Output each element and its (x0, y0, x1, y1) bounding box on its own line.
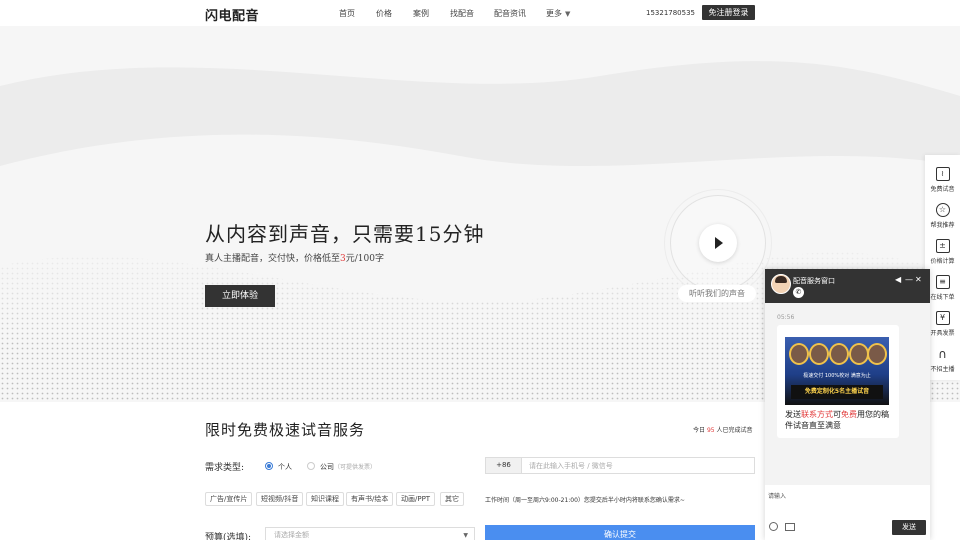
nav-cases[interactable]: 案例 (413, 8, 429, 19)
chat-messages: 05:56 极速交付 100%校对 满意为止 免费定制化5名主播试音 发送联系方… (765, 303, 930, 485)
msg-free: 免费 (841, 410, 857, 419)
voice-actor-avatar (829, 343, 849, 365)
tag-short-video[interactable]: 短视频/抖音 (256, 492, 304, 506)
headphones-icon: ∩ (938, 347, 947, 361)
sidebar-label: 开具发票 (930, 330, 955, 337)
user-star-icon: ☆ (935, 203, 950, 217)
promo-banner: 免费定制化5名主播试音 (791, 385, 883, 399)
hero-title: 从内容到声音，只需要15分钟 (205, 222, 485, 246)
chevron-down-icon: ▼ (565, 10, 571, 18)
budget-placeholder: 请选择金额 (274, 531, 309, 539)
count-prefix: 今日 (693, 427, 706, 434)
radio-company[interactable] (307, 462, 315, 470)
sidebar-item-invoice[interactable]: ¥ 开具发票 (925, 311, 960, 337)
right-sidebar: ≀ 免费试音 ☆ 帮我推荐 ± 价格计算 ≡ 在线下单 ¥ 开具发票 ∩ 不招主… (925, 155, 960, 380)
tag-audiobook[interactable]: 有声书/绘本 (346, 492, 394, 506)
chat-input[interactable]: 请输入 (768, 491, 786, 500)
msg-part: 发送 (785, 410, 801, 419)
invoice-icon: ¥ (935, 311, 950, 325)
listen-voice-button[interactable]: 听听我们的声音 (678, 285, 756, 302)
chevron-down-icon: ▼ (463, 532, 468, 539)
speaker-icon[interactable]: ◀ (895, 275, 901, 284)
voice-actor-avatar (809, 343, 829, 365)
radio-company-text: 公司 (320, 463, 334, 471)
message-bubble: 极速交付 100%校对 满意为止 免费定制化5名主播试音 发送联系方式可免费用您… (777, 325, 899, 438)
tag-animation[interactable]: 动画/PPT (396, 492, 436, 506)
work-hours-note: 工作时间（周一至周六9:00-21:00）您提交后半小时内将联系您确认需求~ (485, 497, 685, 504)
voice-actor-avatar (789, 343, 809, 365)
chat-window: ✆ 配音服务窗口 ◀ — ✕ 05:56 极速交付 100%校对 满意为止 免费… (765, 269, 930, 540)
voice-actor-avatar (867, 343, 887, 365)
logo[interactable]: 闪电配音 (205, 5, 259, 24)
top-nav: 闪电配音 首页 价格 案例 找配音 配音资讯 更多 ▼ 15321780535 免… (0, 0, 960, 26)
country-code[interactable]: +86 (486, 458, 522, 473)
avatar (771, 274, 791, 294)
sidebar-label: 在线下单 (930, 294, 955, 301)
hero-subtitle-before: 真人主播配音，交付快，价格低至 (205, 254, 341, 264)
calculator-icon: ± (935, 239, 950, 253)
send-button[interactable]: 发送 (892, 520, 926, 535)
phone-field: +86 (485, 457, 755, 474)
sidebar-label: 帮我推荐 (930, 222, 955, 229)
budget-select[interactable]: 请选择金额 ▼ (265, 527, 475, 540)
promo-features: 极速交付 100%校对 满意为止 (803, 373, 871, 379)
radio-company-label: 公司（可提供发票） (320, 462, 376, 472)
order-form-icon: ≡ (935, 275, 950, 289)
phone-input[interactable] (529, 458, 749, 473)
sidebar-item-free-trial[interactable]: ≀ 免费试音 (925, 167, 960, 193)
audio-wave-icon: ≀ (935, 167, 950, 181)
msg-contact: 联系方式 (801, 410, 833, 419)
count-value: 95 (706, 427, 715, 434)
tag-ad[interactable]: 广告/宣传片 (205, 492, 253, 506)
count-suffix: 人已完成试音 (716, 427, 753, 434)
radio-personal[interactable] (265, 462, 273, 470)
hero-subtitle: 真人主播配音，交付快，价格低至3元/100字 (205, 251, 384, 264)
nav-home[interactable]: 首页 (339, 8, 355, 19)
voice-actor-avatar (849, 343, 869, 365)
promo-image[interactable]: 极速交付 100%校对 满意为止 免费定制化5名主播试音 (785, 337, 889, 405)
msg-part: 可 (833, 410, 841, 419)
nav-price[interactable]: 价格 (376, 8, 392, 19)
image-icon[interactable] (785, 523, 795, 531)
play-icon[interactable] (699, 224, 737, 262)
hero-subtitle-after: 元/100字 (345, 254, 384, 264)
budget-label: 预算(选填): (205, 533, 252, 540)
minimize-icon[interactable]: — (905, 275, 913, 284)
phone-number: 15321780535 (646, 9, 695, 17)
sidebar-label: 价格计算 (930, 258, 955, 265)
sidebar-label: 不招主播 (930, 366, 955, 373)
emoji-icon[interactable] (769, 522, 778, 531)
trial-count: 今日 95 人已完成试音 (693, 425, 753, 434)
sidebar-item-order[interactable]: ≡ 在线下单 (925, 275, 960, 301)
message-text: 发送联系方式可免费用您的稿件试音直至满意 (785, 409, 895, 431)
sidebar-item-no-hiring[interactable]: ∩ 不招主播 (925, 347, 960, 373)
sidebar-item-recommend[interactable]: ☆ 帮我推荐 (925, 203, 960, 229)
sidebar-item-price-calc[interactable]: ± 价格计算 (925, 239, 960, 265)
invoice-hint: （可提供发票） (334, 464, 377, 471)
nav-find-voice[interactable]: 找配音 (450, 8, 474, 19)
radio-personal-label: 个人 (278, 463, 292, 471)
phone-icon[interactable]: ✆ (793, 287, 804, 298)
message-time: 05:56 (777, 314, 795, 321)
sidebar-label: 免费试音 (930, 186, 955, 193)
submit-button[interactable]: 确认提交 (485, 525, 755, 540)
form-title: 限时免费极速试音服务 (205, 421, 366, 439)
chat-title: 配音服务窗口 (793, 277, 835, 285)
nav-more-label: 更多 (546, 9, 562, 18)
try-now-button[interactable]: 立即体验 (205, 285, 275, 307)
nav-more[interactable]: 更多 ▼ (546, 8, 570, 19)
tag-other[interactable]: 其它 (440, 492, 464, 506)
nav-news[interactable]: 配音资讯 (494, 8, 526, 19)
demand-type-label: 需求类型: (205, 463, 245, 473)
login-button[interactable]: 免注册登录 (702, 5, 755, 20)
chat-header: ✆ 配音服务窗口 ◀ — ✕ (765, 269, 930, 303)
close-icon[interactable]: ✕ (915, 275, 922, 284)
tag-course[interactable]: 知识课程 (306, 492, 344, 506)
